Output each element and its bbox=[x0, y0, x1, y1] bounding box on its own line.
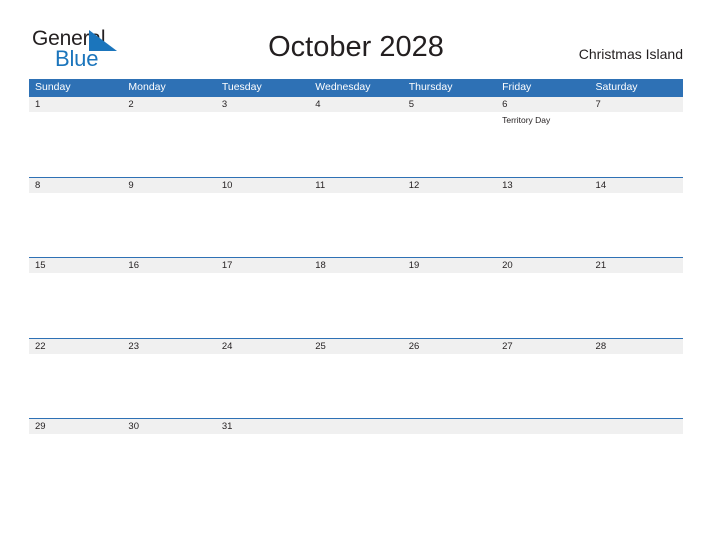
day-number[interactable]: 4 bbox=[309, 97, 402, 112]
day-number[interactable]: 25 bbox=[309, 339, 402, 354]
day-number[interactable]: 27 bbox=[496, 339, 589, 354]
weekday-header-row: Sunday Monday Tuesday Wednesday Thursday… bbox=[29, 79, 683, 96]
day-number[interactable]: 8 bbox=[29, 178, 122, 193]
day-cell-empty bbox=[403, 434, 496, 494]
day-cell[interactable] bbox=[216, 434, 309, 494]
day-number[interactable]: 26 bbox=[403, 339, 496, 354]
weekday-header-tuesday: Tuesday bbox=[221, 81, 262, 93]
calendar-grid: Sunday Monday Tuesday Wednesday Thursday… bbox=[29, 79, 683, 499]
day-number[interactable]: 30 bbox=[122, 419, 215, 434]
day-cell[interactable] bbox=[496, 273, 589, 333]
day-cell[interactable] bbox=[590, 354, 683, 414]
week-date-strip: 15 16 17 18 19 20 21 bbox=[29, 258, 683, 273]
calendar-week-row: 15 16 17 18 19 20 21 bbox=[29, 257, 683, 338]
day-number[interactable]: 13 bbox=[496, 178, 589, 193]
day-cell[interactable] bbox=[29, 112, 122, 172]
day-cell[interactable] bbox=[216, 193, 309, 253]
day-number[interactable]: 5 bbox=[403, 97, 496, 112]
day-cell[interactable] bbox=[122, 434, 215, 494]
weekday-header-friday: Friday bbox=[502, 81, 532, 93]
day-number[interactable]: 6 bbox=[496, 97, 589, 112]
calendar-week-row: 1 2 3 4 5 6 7 Territory Day bbox=[29, 96, 683, 177]
day-cell[interactable] bbox=[216, 354, 309, 414]
day-number-empty bbox=[403, 419, 496, 434]
day-number-empty bbox=[590, 419, 683, 434]
day-cell[interactable] bbox=[309, 193, 402, 253]
calendar-week-row: 8 9 10 11 12 13 14 bbox=[29, 176, 683, 258]
day-number[interactable]: 18 bbox=[309, 258, 402, 273]
week-date-strip: 29 30 31 bbox=[29, 419, 683, 434]
day-cell[interactable] bbox=[309, 112, 402, 172]
day-cell[interactable] bbox=[122, 273, 215, 333]
day-number[interactable]: 20 bbox=[496, 258, 589, 273]
day-number[interactable]: 16 bbox=[122, 258, 215, 273]
day-number[interactable]: 9 bbox=[122, 178, 215, 193]
day-event-label: Territory Day bbox=[502, 115, 551, 125]
day-cell[interactable] bbox=[29, 273, 122, 333]
day-cell[interactable] bbox=[29, 193, 122, 253]
locale-label: Christmas Island bbox=[578, 46, 683, 62]
day-number[interactable]: 12 bbox=[403, 178, 496, 193]
week-date-strip: 1 2 3 4 5 6 7 bbox=[29, 97, 683, 112]
day-number[interactable]: 3 bbox=[216, 97, 309, 112]
day-number[interactable]: 11 bbox=[309, 178, 402, 193]
weekday-header-monday: Monday bbox=[128, 81, 166, 93]
day-cell[interactable] bbox=[216, 112, 309, 172]
day-number[interactable]: 21 bbox=[590, 258, 683, 273]
day-number[interactable]: 24 bbox=[216, 339, 309, 354]
day-number[interactable]: 15 bbox=[29, 258, 122, 273]
week-event-strip bbox=[29, 434, 683, 494]
day-number[interactable]: 1 bbox=[29, 97, 122, 112]
day-cell[interactable]: Territory Day bbox=[496, 112, 589, 172]
week-event-strip bbox=[29, 192, 683, 253]
day-cell[interactable] bbox=[29, 434, 122, 494]
day-cell[interactable] bbox=[403, 193, 496, 253]
day-number-empty bbox=[496, 419, 589, 434]
weekday-header-wednesday: Wednesday bbox=[315, 81, 371, 93]
day-number[interactable]: 31 bbox=[216, 419, 309, 434]
day-number[interactable]: 19 bbox=[403, 258, 496, 273]
weekday-header-sunday: Sunday bbox=[35, 81, 71, 93]
weekday-header-thursday: Thursday bbox=[408, 81, 453, 93]
day-cell[interactable] bbox=[590, 112, 683, 172]
day-cell[interactable] bbox=[496, 354, 589, 414]
week-event-strip: Territory Day bbox=[29, 112, 683, 172]
week-event-strip bbox=[29, 353, 683, 414]
day-number[interactable]: 23 bbox=[122, 339, 215, 354]
day-number[interactable]: 17 bbox=[216, 258, 309, 273]
page-header: General Blue October 2028 Christmas Isla… bbox=[0, 0, 712, 78]
day-number[interactable]: 14 bbox=[590, 178, 683, 193]
calendar-week-row: 22 23 24 25 26 27 28 bbox=[29, 337, 683, 419]
week-date-strip: 22 23 24 25 26 27 28 bbox=[29, 338, 683, 354]
day-cell-empty bbox=[496, 434, 589, 494]
day-cell[interactable] bbox=[122, 354, 215, 414]
calendar-week-row: 29 30 31 bbox=[29, 418, 683, 499]
weekday-header-saturday: Saturday bbox=[595, 81, 638, 93]
day-cell[interactable] bbox=[309, 354, 402, 414]
day-cell[interactable] bbox=[496, 193, 589, 253]
day-cell[interactable] bbox=[309, 273, 402, 333]
day-cell[interactable] bbox=[122, 112, 215, 172]
day-cell[interactable] bbox=[216, 273, 309, 333]
day-cell[interactable] bbox=[590, 273, 683, 333]
day-cell[interactable] bbox=[403, 273, 496, 333]
day-cell-empty bbox=[590, 434, 683, 494]
day-cell-empty bbox=[309, 434, 402, 494]
day-cell[interactable] bbox=[29, 354, 122, 414]
week-event-strip bbox=[29, 273, 683, 333]
day-number[interactable]: 29 bbox=[29, 419, 122, 434]
day-number[interactable]: 22 bbox=[29, 339, 122, 354]
day-cell[interactable] bbox=[403, 112, 496, 172]
day-number-empty bbox=[309, 419, 402, 434]
day-cell[interactable] bbox=[590, 193, 683, 253]
day-number[interactable]: 2 bbox=[122, 97, 215, 112]
day-number[interactable]: 10 bbox=[216, 178, 309, 193]
week-date-strip: 8 9 10 11 12 13 14 bbox=[29, 177, 683, 193]
day-number[interactable]: 7 bbox=[590, 97, 683, 112]
day-number[interactable]: 28 bbox=[590, 339, 683, 354]
day-cell[interactable] bbox=[122, 193, 215, 253]
day-cell[interactable] bbox=[403, 354, 496, 414]
